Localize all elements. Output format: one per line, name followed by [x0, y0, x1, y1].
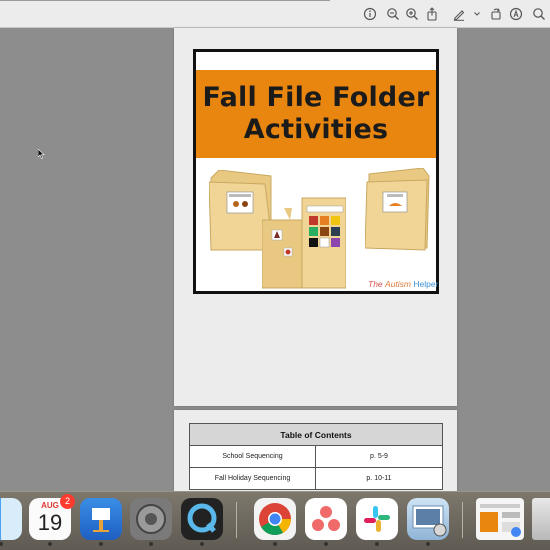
notification-badge: 2	[60, 494, 75, 509]
dock-separator	[236, 502, 237, 538]
slack-icon[interactable]	[356, 498, 398, 546]
annotate-icon[interactable]	[509, 7, 523, 21]
toc-header: Table of Contents	[189, 423, 443, 446]
dock: AUG 19 2	[0, 491, 550, 550]
running-indicator	[48, 542, 52, 546]
preview-icon[interactable]	[407, 498, 449, 546]
preview-toolbar	[0, 0, 550, 28]
toolbar-divider	[0, 0, 330, 1]
pdf-page-1[interactable]: Fall File Folder Activities The Autism H…	[174, 28, 457, 406]
running-indicator	[324, 542, 328, 546]
toc-title: Fall Holiday Sequencing	[189, 467, 316, 490]
cover-title-line1: Fall File Folder	[202, 82, 430, 113]
quicktime-icon[interactable]	[181, 498, 223, 546]
table-of-contents: Table of Contents School Sequencing p. 5…	[189, 423, 443, 490]
calendar-icon[interactable]: AUG 19 2	[29, 494, 75, 546]
zoom-in-icon[interactable]	[405, 7, 419, 21]
brand-logo: The Autism Helper	[368, 279, 439, 289]
dock-separator	[462, 502, 463, 538]
mouse-pointer-icon	[37, 146, 45, 159]
cover-title-line2: Activities	[243, 114, 389, 145]
asana-icon[interactable]	[305, 498, 347, 546]
markup-icon[interactable]	[452, 7, 466, 21]
running-indicator	[273, 542, 277, 546]
running-indicator	[99, 542, 103, 546]
title-banner: Fall File Folder Activities	[196, 70, 436, 158]
folder-center-illustration	[262, 197, 346, 289]
search-icon[interactable]	[532, 7, 546, 21]
share-icon[interactable]	[425, 7, 439, 21]
chevron-down-icon[interactable]	[470, 7, 480, 21]
finder-icon[interactable]	[0, 498, 22, 546]
calendar-day: 19	[37, 510, 63, 535]
info-icon[interactable]	[363, 7, 377, 21]
pdf-page-2[interactable]: Table of Contents School Sequencing p. 5…	[174, 410, 457, 500]
running-indicator	[426, 542, 430, 546]
running-indicator	[375, 542, 379, 546]
table-row: School Sequencing p. 5-9	[189, 445, 443, 468]
toc-title: School Sequencing	[189, 445, 316, 468]
folder-right-illustration	[365, 168, 430, 251]
cover-image: Fall File Folder Activities The Autism H…	[193, 49, 439, 294]
keynote-icon[interactable]	[80, 498, 122, 546]
system-preferences-icon[interactable]	[130, 498, 172, 546]
trash-icon[interactable]	[532, 498, 550, 540]
running-indicator	[200, 542, 204, 546]
window-thumbnail-icon[interactable]	[476, 498, 524, 540]
zoom-out-icon[interactable]	[386, 7, 400, 21]
running-indicator	[149, 542, 153, 546]
table-row: Fall Holiday Sequencing p. 10-11	[189, 467, 443, 490]
rotate-icon[interactable]	[489, 7, 503, 21]
chrome-icon[interactable]	[254, 498, 296, 546]
toc-page: p. 10-11	[315, 467, 443, 490]
toc-page: p. 5-9	[315, 445, 443, 468]
cover-title: Fall File Folder Activities	[196, 82, 436, 146]
